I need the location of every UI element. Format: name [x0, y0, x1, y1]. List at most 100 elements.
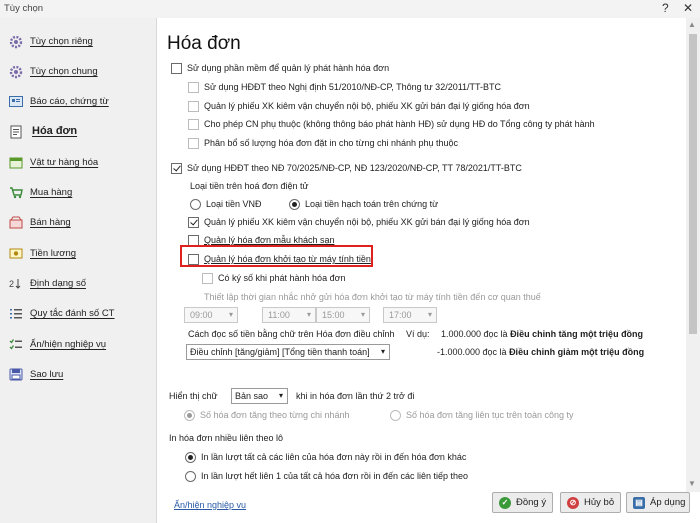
checkbox-xk-invoice[interactable]: [188, 217, 199, 228]
radio-number-by-branch[interactable]: [184, 410, 195, 421]
number-format-icon: 2: [9, 277, 23, 290]
chevron-down-icon: ▾: [306, 310, 311, 319]
radio-print-per-invoice[interactable]: [185, 452, 196, 463]
show-copy-select[interactable]: Bản sao ▾: [231, 388, 288, 404]
label-digital-sign: Có ký số khi phát hành hóa đơn: [218, 273, 346, 283]
sidebar-item-label: Định dạng số: [30, 278, 86, 289]
chevron-down-icon: ▾: [360, 310, 365, 319]
checkbox-use-software[interactable]: [171, 63, 182, 74]
sidebar-item-label: Quy tắc đánh số CT: [30, 308, 115, 319]
cancel-label: Hủy bỏ: [584, 497, 615, 508]
title-bar: Tùy chọn ? ✕: [0, 0, 700, 18]
currency-group-label: Loại tiền trên hoá đơn điện tử: [190, 181, 309, 191]
sidebar-item-tuy-chon-chung[interactable]: Tùy chọn chung: [0, 60, 157, 84]
show-label: Hiển thị chữ: [169, 391, 218, 401]
toggle-list-icon: [9, 338, 23, 351]
checkbox-branch[interactable]: [188, 119, 199, 130]
radio-print-per-copy[interactable]: [185, 471, 196, 482]
sidebar-item-dinh-dang-so[interactable]: 2 Định dạng số: [0, 272, 157, 296]
label-alloc: Phân bổ số lượng hóa đơn đặt in cho từng…: [204, 138, 459, 148]
sidebar-item-tuy-chon-rieng[interactable]: Tùy chọn riêng: [0, 30, 157, 54]
sidebar-item-label: Hóa đơn: [32, 125, 78, 137]
cancel-button[interactable]: ⊘ Hủy bỏ: [560, 492, 621, 513]
time-picker-4[interactable]: 17:00 ▾: [383, 307, 437, 323]
cancel-icon: ⊘: [567, 497, 579, 509]
checkbox-alloc[interactable]: [188, 138, 199, 149]
example-label: Ví dụ:: [406, 329, 430, 339]
read-method-label: Cách đọc số tiền bằng chữ trên Hóa đơn đ…: [188, 329, 395, 339]
sidebar-item-mua-hang[interactable]: Mua hàng: [0, 181, 157, 205]
vertical-scrollbar[interactable]: ▲ ▼: [686, 18, 700, 492]
label-branch: Cho phép CN phụ thuộc (không thông báo p…: [204, 119, 595, 129]
scroll-down-icon[interactable]: ▼: [688, 479, 696, 488]
label-hotel-invoice: Quản lý hóa đơn mẫu khách sạn: [204, 235, 335, 245]
window-title: Tùy chọn: [4, 3, 44, 14]
scroll-up-icon[interactable]: ▲: [688, 20, 696, 29]
sidebar-item-label: Báo cáo, chứng từ: [30, 96, 109, 107]
apply-button[interactable]: ▤ Áp dụng: [626, 492, 690, 513]
show-suffix: khi in hóa đơn lần thứ 2 trở đi: [296, 391, 415, 401]
checkbox-nd51-xk[interactable]: [188, 101, 199, 112]
sidebar-item-label: Vật tư hàng hóa: [30, 157, 99, 168]
label-cash-register-invoice: Quản lý hóa đơn khởi tạo từ máy tính tiề…: [204, 254, 371, 264]
sidebar-item-bao-cao[interactable]: Báo cáo, chứng từ: [0, 90, 157, 114]
time-picker-2[interactable]: 11:00 ▾: [262, 307, 316, 323]
sidebar-item-label: Tùy chọn chung: [30, 66, 98, 77]
checkbox-nd51[interactable]: [188, 82, 199, 93]
sidebar-item-label: Mua hàng: [30, 187, 73, 198]
read-method-select[interactable]: Điều chỉnh [tăng/giảm] [Tổng tiền thanh …: [186, 344, 390, 360]
inventory-icon: [9, 156, 23, 169]
label-print-per-copy: In lần lượt hết liên 1 của tất cả hóa đơ…: [201, 471, 468, 481]
chevron-down-icon: ▾: [380, 347, 385, 356]
time-value: 15:00: [322, 310, 345, 320]
gear-icon: [9, 65, 23, 79]
sidebar-item-sao-luu[interactable]: Sao lưu: [0, 363, 157, 387]
sidebar-item-label: Tiền lương: [30, 248, 77, 259]
check-icon: ✓: [499, 497, 511, 509]
page-title: Hóa đơn: [167, 33, 241, 54]
radio-currency-vnd[interactable]: [190, 199, 201, 210]
radio-number-continuous[interactable]: [390, 410, 401, 421]
label-currency-vnd: Loại tiền VNĐ: [206, 199, 262, 209]
sidebar-item-tien-luong[interactable]: Tiền lương: [0, 242, 157, 266]
sidebar-item-quy-tac-danh-so[interactable]: Quy tắc đánh số CT: [0, 302, 157, 326]
ok-button[interactable]: ✓ Đồng ý: [492, 492, 553, 513]
toggle-features-link[interactable]: Ẩn/hiện nghiệp vụ: [174, 500, 246, 510]
scroll-thumb[interactable]: [689, 34, 697, 334]
apply-label: Áp dụng: [650, 497, 686, 508]
label-number-continuous: Số hóa đơn tăng liên tục trên toàn công …: [406, 410, 574, 420]
sidebar-item-an-hien-nghiep-vu[interactable]: Ẩn/hiện nghiệp vụ: [0, 333, 157, 357]
sidebar-item-ban-hang[interactable]: Bán hàng: [0, 211, 157, 235]
radio-currency-accounting[interactable]: [289, 199, 300, 210]
sidebar-item-hoa-don[interactable]: Hóa đơn: [0, 120, 157, 144]
checkbox-nd70[interactable]: [171, 163, 182, 174]
sidebar: Tùy chọn riêng Tùy chọn chung Báo cáo, c…: [0, 18, 157, 523]
print-batch-label: In hóa đơn nhiều liên theo lô: [169, 433, 283, 443]
chevron-down-icon: ▾: [228, 310, 233, 319]
reminder-label: Thiết lập thời gian nhắc nhở gửi hóa đơn…: [204, 292, 541, 302]
main-panel: Hóa đơn Sử dụng phần mềm để quản lý phát…: [158, 18, 686, 492]
numbering-icon: [9, 307, 23, 320]
time-picker-3[interactable]: 15:00 ▾: [316, 307, 370, 323]
close-button[interactable]: ✕: [683, 1, 693, 15]
label-nd51-xk: Quản lý phiếu XK kiêm vận chuyển nội bộ,…: [204, 101, 530, 111]
invoice-icon: [9, 125, 23, 139]
label-number-by-branch: Số hóa đơn tăng theo từng chi nhánh: [200, 410, 350, 420]
ok-label: Đồng ý: [516, 497, 547, 508]
label-xk-invoice: Quản lý phiếu XK kiêm vận chuyển nội bộ,…: [204, 217, 530, 227]
label-currency-accounting: Loại tiền hạch toán trên chứng từ: [305, 199, 439, 209]
backup-icon: [9, 368, 23, 381]
svg-text:2: 2: [9, 279, 14, 289]
checkbox-cash-register-invoice[interactable]: [188, 254, 199, 265]
read-method-value: Điều chỉnh [tăng/giảm] [Tổng tiền thanh …: [190, 347, 370, 357]
salary-icon: [9, 247, 23, 260]
time-value: 09:00: [190, 310, 213, 320]
sidebar-item-vat-tu[interactable]: Vật tư hàng hóa: [0, 151, 157, 175]
time-picker-1[interactable]: 09:00 ▾: [184, 307, 238, 323]
chevron-down-icon: ▾: [278, 391, 283, 400]
sales-icon: [9, 216, 23, 229]
sidebar-item-label: Bán hàng: [30, 217, 71, 228]
footer: Ẩn/hiện nghiệp vụ ✓ Đồng ý ⊘ Hủy bỏ ▤ Áp…: [158, 492, 700, 523]
checkbox-digital-sign[interactable]: [202, 273, 213, 284]
help-button[interactable]: ?: [662, 1, 669, 15]
